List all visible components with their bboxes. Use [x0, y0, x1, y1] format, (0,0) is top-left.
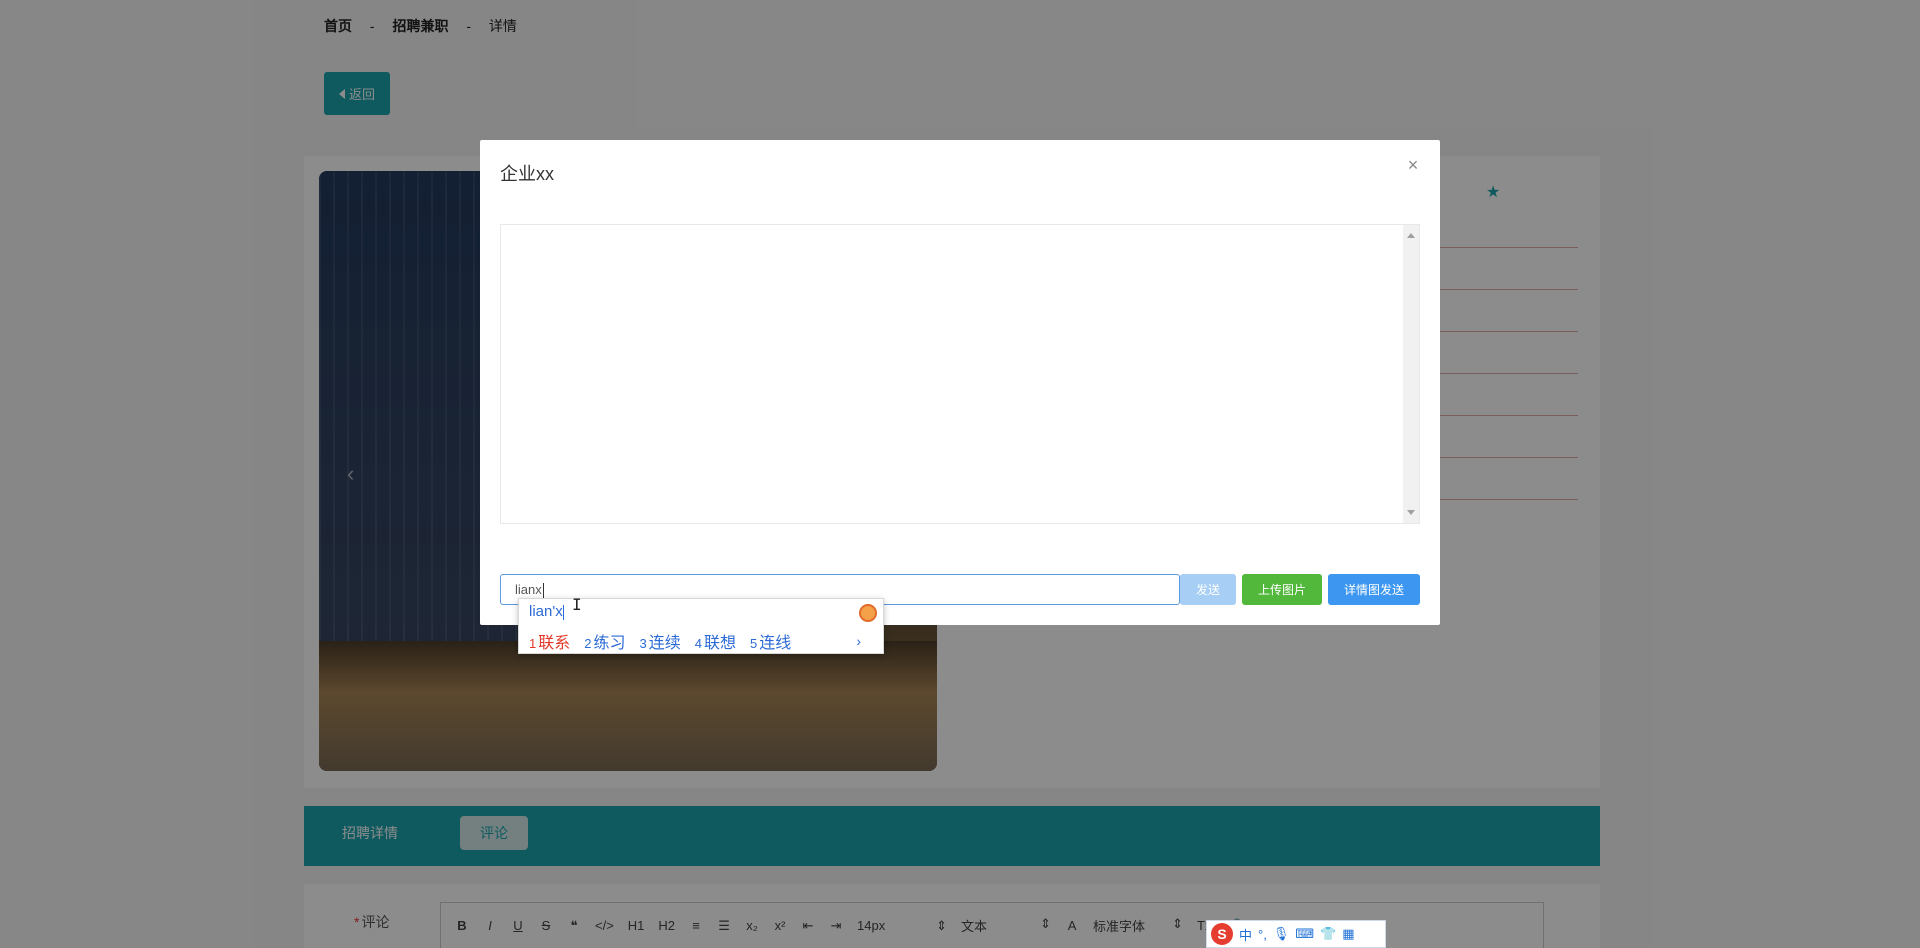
close-icon[interactable]: ×	[1404, 156, 1422, 174]
ime-candidate[interactable]: 5 连线	[750, 629, 791, 653]
chat-dialog: 企业xx × lianx 发送 上传图片 详情图发送	[480, 140, 1440, 625]
ime-mode-toggle[interactable]: 中	[1239, 925, 1252, 944]
chat-history[interactable]	[500, 224, 1420, 524]
upload-image-button[interactable]: 上传图片	[1242, 574, 1322, 605]
scrollbar[interactable]	[1403, 225, 1419, 523]
keyboard-icon[interactable]: ⌨	[1295, 926, 1314, 942]
ime-candidate[interactable]: 3 连续	[640, 629, 681, 653]
ime-candidate[interactable]: 2 练习	[584, 629, 625, 653]
text-cursor-icon: I	[572, 595, 582, 614]
scroll-up-icon[interactable]	[1407, 233, 1415, 238]
send-button[interactable]: 发送	[1180, 574, 1236, 605]
ime-candidate[interactable]: 4 联想	[695, 629, 736, 653]
ime-composition: lian'x	[529, 603, 564, 620]
skin-icon[interactable]: 👕	[1320, 926, 1336, 942]
punctuation-toggle[interactable]: °,	[1258, 927, 1267, 942]
ime-candidate[interactable]: 1 联系	[529, 629, 570, 653]
scroll-down-icon[interactable]	[1407, 510, 1415, 515]
detail-image-send-button[interactable]: 详情图发送	[1328, 574, 1420, 605]
ime-skin-icon[interactable]	[859, 604, 877, 622]
text-caret	[542, 583, 544, 599]
grid-menu-icon[interactable]: ▦	[1342, 926, 1354, 942]
ime-candidate-list: 1 联系 2 练习 3 连续 4 联想 5 连线	[529, 629, 791, 653]
sogou-logo-icon[interactable]: S	[1211, 923, 1233, 945]
ime-status-bar: S 中 °, 🎙 ⌨ 👕 ▦	[1206, 920, 1386, 948]
ime-caret	[562, 604, 564, 620]
message-input-value: lianx	[515, 582, 542, 597]
dialog-title: 企业xx	[500, 164, 554, 184]
microphone-icon[interactable]: 🎙	[1273, 926, 1290, 942]
ime-composition-text: lian'x	[529, 603, 563, 620]
ime-next-page-icon[interactable]: ›	[856, 633, 861, 649]
